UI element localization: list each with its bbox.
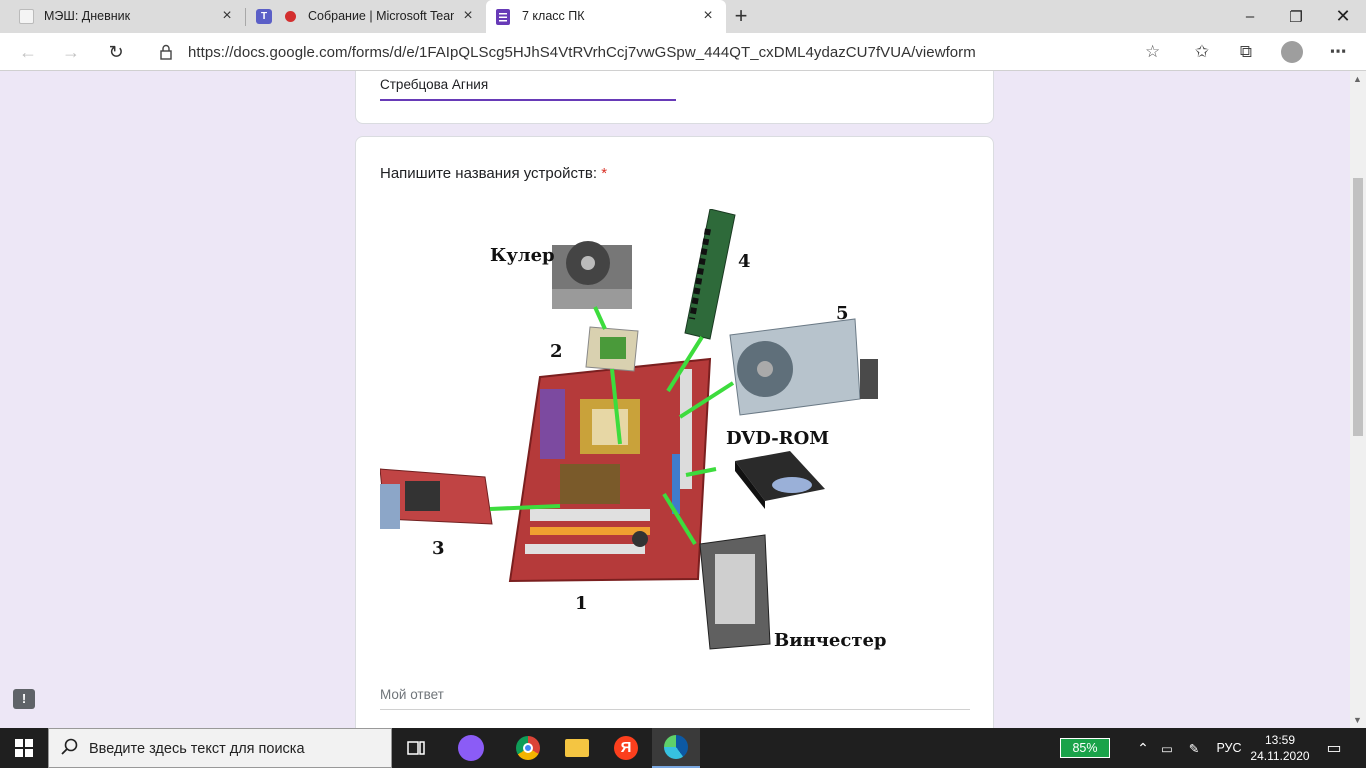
question-title: Напишите названия устройств: *: [380, 165, 607, 182]
pen-icon[interactable]: ✎: [1184, 728, 1204, 768]
scroll-up-arrow-icon[interactable]: ▲: [1353, 74, 1362, 84]
scroll-down-arrow-icon[interactable]: ▼: [1353, 715, 1362, 725]
hard-drive-illustration: [699, 534, 771, 650]
lock-icon: [159, 44, 173, 65]
label-cooler: Кулер: [490, 245, 555, 266]
recording-dot-icon: [285, 11, 296, 22]
page-icon: [19, 9, 34, 24]
url-text[interactable]: https://docs.google.com/forms/d/e/1FAIpQ…: [188, 44, 976, 61]
label-1: 1: [575, 593, 588, 614]
chrome-icon[interactable]: [504, 728, 552, 768]
cpu-illustration: [585, 326, 639, 372]
collections-icon[interactable]: ⧉: [1233, 39, 1259, 65]
battery-icon[interactable]: ▭: [1157, 728, 1177, 768]
google-forms-icon: [496, 9, 510, 25]
favorite-star-icon[interactable]: ☆: [1145, 42, 1160, 62]
refresh-button[interactable]: ↻: [102, 38, 130, 66]
favorites-icon[interactable]: ✩: [1189, 39, 1215, 65]
search-icon: [61, 738, 79, 761]
label-hdd: Винчестер: [774, 630, 887, 651]
address-bar[interactable]: https://docs.google.com/forms/d/e/1FAIpQ…: [145, 36, 1175, 68]
clock-date: 24.11.2020: [1250, 749, 1310, 763]
minimize-button[interactable]: –: [1227, 0, 1273, 33]
close-window-button[interactable]: ✕: [1320, 0, 1366, 33]
battery-percent: 85%: [1060, 738, 1110, 758]
tab-mesh-diary[interactable]: МЭШ: Дневник ×: [0, 0, 245, 33]
edge-icon[interactable]: [652, 728, 700, 768]
input-underline: [380, 99, 676, 101]
more-menu-icon[interactable]: ⋯: [1325, 39, 1351, 65]
label-5: 5: [836, 303, 849, 324]
start-button[interactable]: [0, 728, 48, 768]
cooler-illustration: [552, 241, 632, 309]
teams-icon: T: [256, 9, 272, 24]
tab-google-form[interactable]: 7 класс ПК ×: [486, 0, 726, 33]
windows-logo-icon: [15, 739, 33, 757]
close-tab-icon[interactable]: ×: [219, 8, 235, 24]
notifications-icon[interactable]: ▭: [1320, 728, 1348, 768]
label-3: 3: [432, 538, 445, 559]
taskbar-search-box[interactable]: Введите здесь текст для поиска: [48, 728, 392, 768]
forward-button[interactable]: →: [57, 38, 85, 66]
power-supply-illustration: [729, 318, 878, 416]
ram-illustration: [684, 209, 736, 340]
answer-underline: [380, 709, 970, 710]
browser-toolbar: ← → ↻ https://docs.google.com/forms/d/e/…: [0, 33, 1366, 71]
tab-title: МЭШ: Дневник: [44, 9, 131, 23]
video-card-illustration: [380, 468, 493, 529]
tab-teams-meeting[interactable]: T Собрание | Microsoft Teams ×: [246, 0, 486, 33]
tab-strip: МЭШ: Дневник × T Собрание | Microsoft Te…: [0, 0, 1366, 33]
motherboard-illustration: [508, 357, 712, 583]
tab-title: 7 класс ПК: [522, 9, 585, 23]
battery-indicator[interactable]: 85%: [1058, 728, 1112, 768]
clock[interactable]: 13:59 24.11.2020: [1250, 732, 1310, 764]
name-answer-input[interactable]: Стребцова Агния: [380, 77, 488, 92]
page-scrollbar[interactable]: ▲ ▼: [1350, 71, 1366, 728]
close-tab-icon[interactable]: ×: [700, 8, 716, 24]
name-question-card: Стребцова Агния: [355, 71, 994, 124]
file-explorer-icon[interactable]: [553, 728, 601, 768]
dvd-rom-illustration: [735, 451, 825, 509]
back-button[interactable]: ←: [14, 38, 42, 66]
tab-title: Собрание | Microsoft Teams: [308, 9, 454, 23]
clock-time: 13:59: [1264, 733, 1296, 747]
yandex-browser-icon[interactable]: Я: [602, 728, 650, 768]
close-tab-icon[interactable]: ×: [460, 8, 476, 24]
devices-question-card: Напишите названия устройств: * Кулер 1 2…: [355, 136, 994, 728]
search-placeholder: Введите здесь текст для поиска: [89, 741, 305, 757]
language-indicator[interactable]: РУС: [1212, 728, 1246, 768]
show-hidden-icons-icon[interactable]: ⌃: [1133, 728, 1153, 768]
label-4: 4: [738, 251, 751, 272]
restore-button[interactable]: ❐: [1273, 0, 1319, 33]
answer-input[interactable]: Мой ответ: [380, 687, 444, 702]
required-asterisk: *: [601, 165, 608, 182]
task-view-icon[interactable]: [392, 728, 440, 768]
report-problem-icon[interactable]: !: [13, 689, 35, 709]
new-tab-button[interactable]: +: [729, 3, 753, 29]
alice-assistant-icon[interactable]: [447, 728, 495, 768]
question-text: Напишите названия устройств:: [380, 165, 598, 182]
label-dvd-rom: DVD-ROM: [726, 428, 829, 449]
scrollbar-thumb[interactable]: [1353, 178, 1363, 436]
label-2: 2: [550, 341, 563, 362]
pc-components-image: Кулер 1 2 3 4 5 DVD-ROM Винчестер: [380, 209, 887, 651]
form-page: Стребцова Агния Напишите названия устрой…: [0, 71, 1350, 728]
profile-avatar[interactable]: [1279, 39, 1305, 65]
windows-taskbar: Введите здесь текст для поиска Я 85% ⌃ ▭…: [0, 728, 1366, 768]
